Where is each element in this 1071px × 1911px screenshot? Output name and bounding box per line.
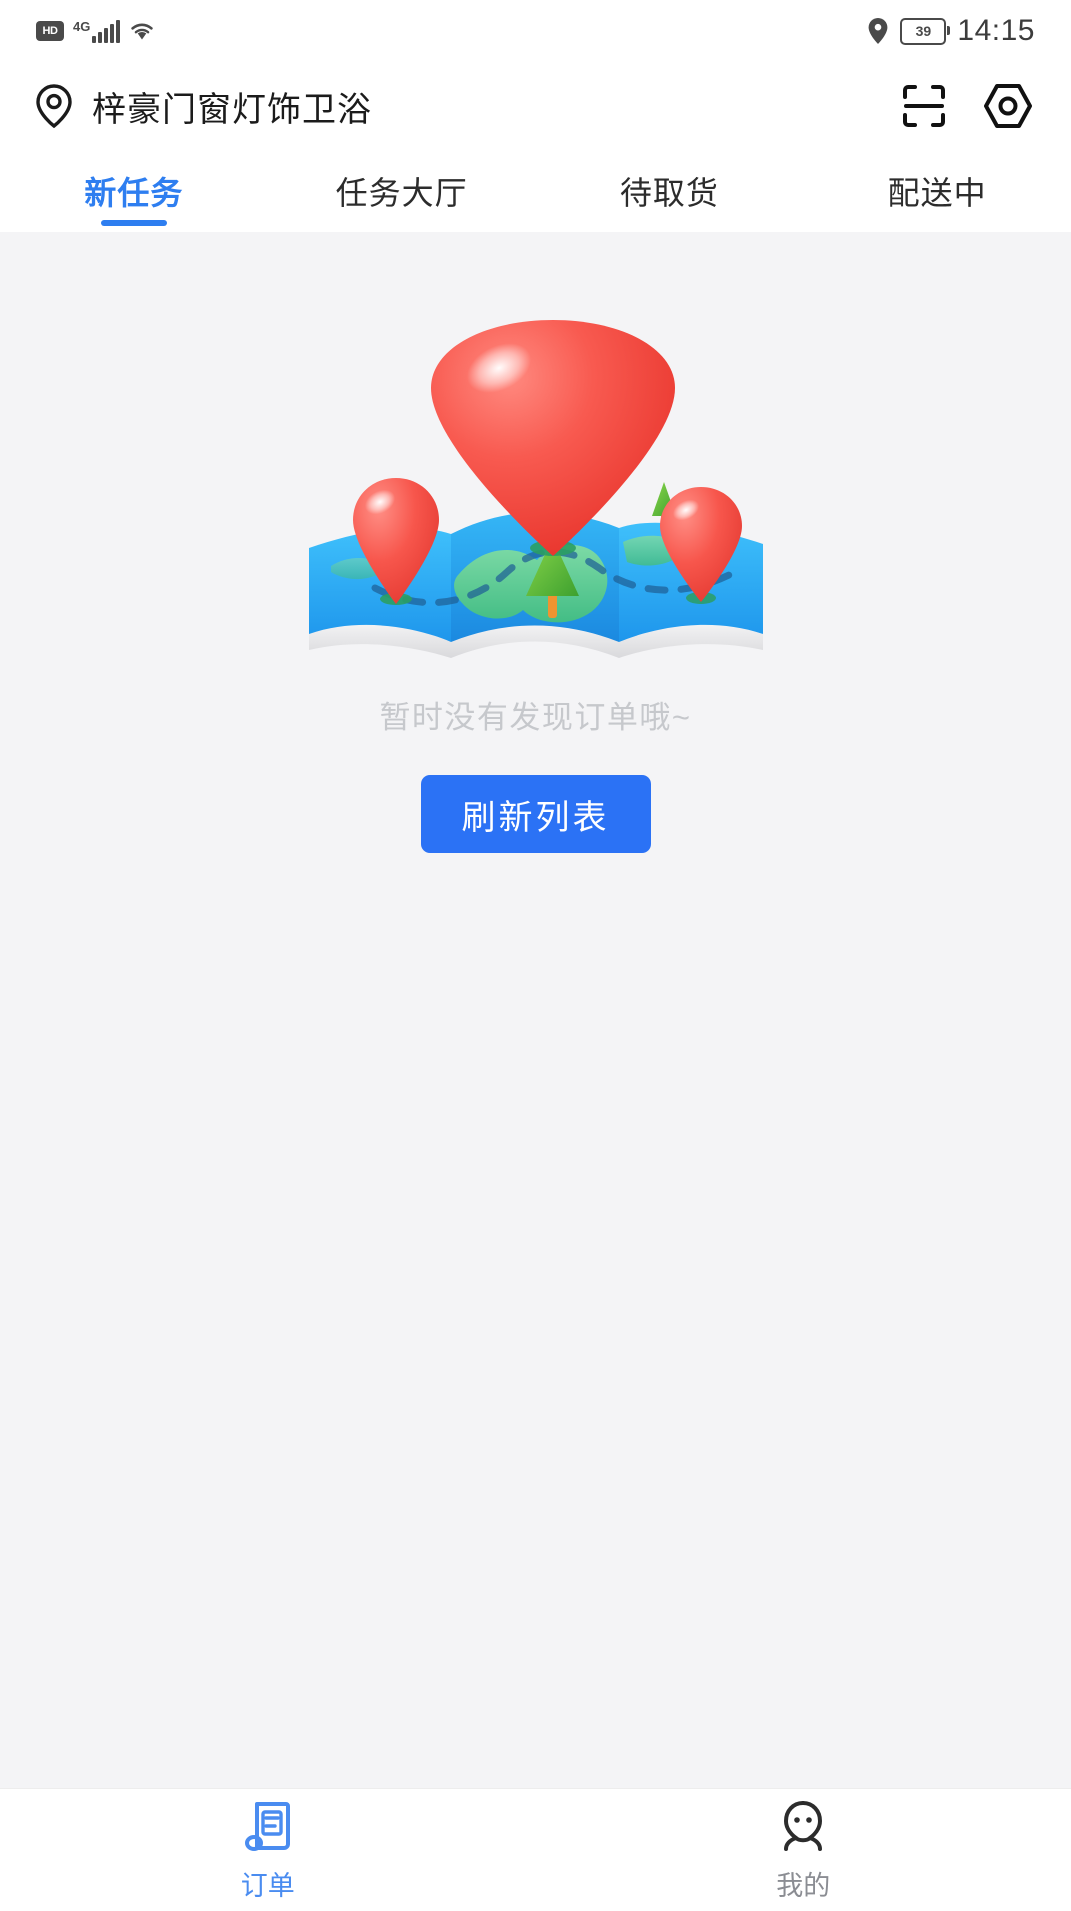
battery-level-label: 39 bbox=[915, 23, 932, 39]
signal-bars-icon: 4G bbox=[73, 18, 121, 43]
status-bar-right: 39 14:15 bbox=[867, 14, 1035, 48]
app-header: 梓豪门窗灯饰卫浴 bbox=[0, 62, 1071, 150]
tab-awaiting-pickup[interactable]: 待取货 bbox=[536, 150, 804, 232]
tab-label: 任务大厅 bbox=[335, 175, 468, 211]
tab-delivering[interactable]: 配送中 bbox=[803, 150, 1071, 232]
header-actions bbox=[899, 81, 1033, 131]
map-pin-main bbox=[430, 320, 675, 556]
order-receipt-icon bbox=[244, 1801, 290, 1851]
page-title: 梓豪门窗灯饰卫浴 bbox=[92, 90, 372, 129]
empty-state-message: 暂时没有发现订单哦~ bbox=[379, 700, 692, 735]
header-store-group[interactable]: 梓豪门窗灯饰卫浴 bbox=[34, 82, 372, 131]
tab-task-hall[interactable]: 任务大厅 bbox=[268, 150, 536, 232]
location-pin-icon bbox=[36, 84, 72, 129]
location-pin-icon bbox=[869, 18, 888, 44]
network-type-label: 4G bbox=[73, 18, 91, 34]
status-bar-left: HD 4G bbox=[36, 18, 155, 43]
nav-label: 订单 bbox=[240, 1870, 295, 1901]
wifi-icon bbox=[129, 20, 155, 42]
bottom-navigation: 订单 我的 bbox=[0, 1788, 1071, 1911]
nav-item-profile[interactable]: 我的 bbox=[536, 1798, 1071, 1903]
eye-view-icon[interactable] bbox=[983, 83, 1033, 129]
hd-icon: HD bbox=[36, 21, 64, 41]
main-content: 暂时没有发现订单哦~ 刷新列表 bbox=[0, 232, 1071, 1788]
map-with-pins-illustration bbox=[301, 316, 771, 676]
status-bar-clock: 14:15 bbox=[957, 14, 1035, 47]
signal-bars-glyph bbox=[92, 19, 121, 43]
battery-icon: 39 bbox=[900, 17, 951, 45]
person-profile-icon bbox=[784, 1800, 823, 1851]
tab-active-indicator bbox=[100, 220, 167, 226]
tab-label: 配送中 bbox=[887, 175, 987, 211]
tab-label: 新任务 bbox=[84, 175, 184, 211]
nav-item-orders[interactable]: 订单 bbox=[0, 1798, 536, 1903]
app-screen: HD 4G 39 14:15 梓豪门窗灯饰卫浴 新任务 任务大厅 待取货 配送中… bbox=[0, 0, 1071, 1911]
nav-label: 我的 bbox=[776, 1870, 831, 1901]
tab-new-tasks[interactable]: 新任务 bbox=[0, 150, 268, 232]
tab-label: 待取货 bbox=[619, 175, 719, 211]
scan-qr-icon[interactable] bbox=[899, 81, 949, 131]
status-bar: HD 4G 39 14:15 bbox=[0, 0, 1071, 62]
tab-bar: 新任务 任务大厅 待取货 配送中 bbox=[0, 150, 1071, 232]
refresh-list-button[interactable]: 刷新列表 bbox=[420, 775, 651, 853]
